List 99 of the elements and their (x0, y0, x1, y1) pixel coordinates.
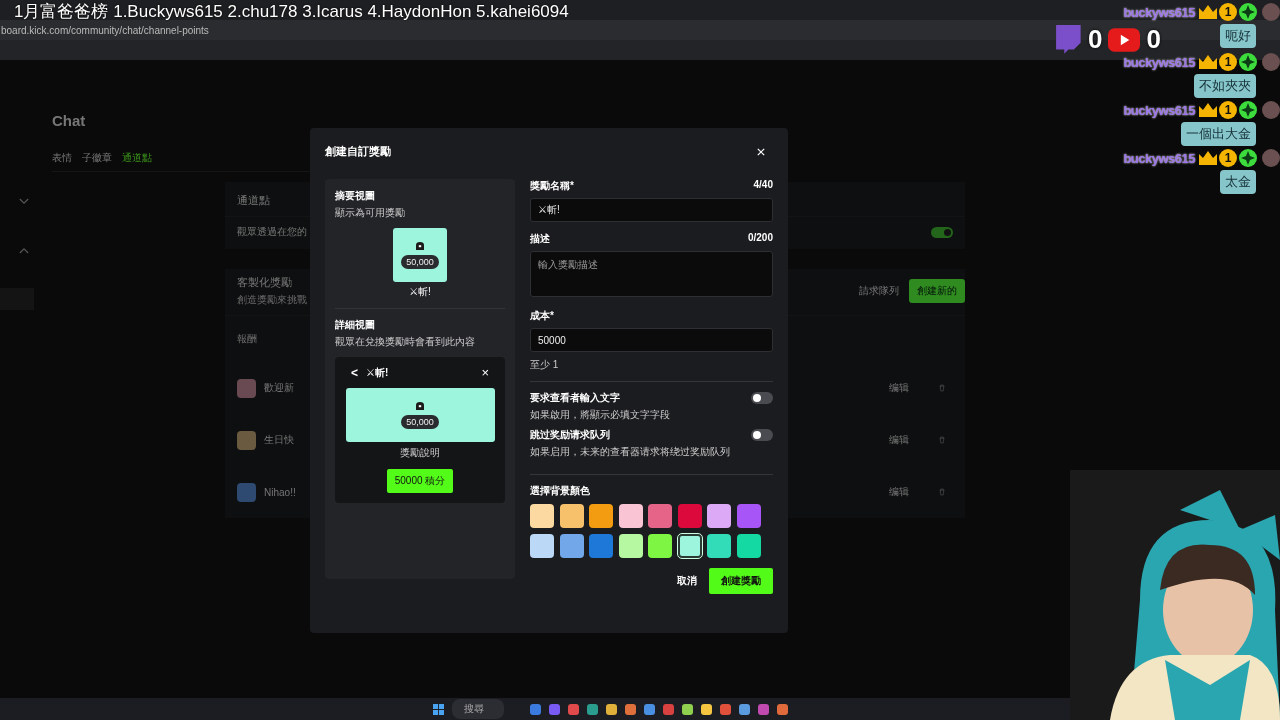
field-label: 獎勵名稱* (530, 179, 574, 193)
field-label: 成本* (530, 309, 554, 323)
section-title: 通道點 (237, 194, 270, 206)
tab[interactable]: 表情 (52, 151, 72, 165)
field-label: 描述 (530, 232, 550, 246)
toggle-switch[interactable] (751, 429, 773, 441)
color-swatch[interactable] (618, 504, 643, 528)
app-icon[interactable] (776, 703, 788, 715)
star-badge-icon (1238, 53, 1258, 71)
section-description: 創造獎勵來挑戰 (237, 293, 307, 307)
toggle-hint: 如果啟用，將顯示必填文字字段 (530, 408, 670, 422)
windows-icon[interactable] (432, 703, 444, 715)
color-swatch[interactable] (559, 534, 584, 558)
crown-icon (1198, 149, 1218, 167)
cost-input[interactable]: 50000 (530, 328, 773, 352)
name-input[interactable]: ⚔斬! (530, 198, 773, 222)
chat-username: buckyws615 (1123, 4, 1195, 20)
cancel-button[interactable]: 取消 (677, 574, 697, 588)
chat-username: buckyws615 (1123, 54, 1195, 70)
preview-subtitle: 顯示為可用獎勵 (335, 206, 406, 220)
chevron-down-icon[interactable] (19, 198, 29, 205)
color-swatch[interactable] (707, 534, 731, 558)
column-header: 報酬 (237, 333, 257, 344)
edit-button[interactable]: 编辑 (889, 433, 909, 447)
reward-name: ⚔斬! (366, 365, 390, 380)
chat-message: 太金 (1220, 170, 1256, 194)
app-icon[interactable] (624, 703, 636, 715)
create-button[interactable]: 創建新的 (909, 279, 965, 303)
toggle-label: 要求查看者輸入文字 (530, 391, 621, 405)
chat-username: buckyws615 (1123, 150, 1195, 166)
app-icon[interactable] (738, 703, 750, 715)
crown-icon (1198, 101, 1218, 119)
color-swatch[interactable] (618, 534, 643, 558)
color-swatch[interactable] (648, 534, 672, 558)
color-swatch[interactable] (559, 504, 584, 528)
back-button[interactable]: < (351, 365, 358, 380)
chat-message: 不如夾夾 (1194, 74, 1256, 98)
crown-icon (1198, 3, 1218, 21)
app-icon[interactable] (643, 703, 655, 715)
description-input[interactable]: 輸入獎勵描述 (530, 251, 773, 297)
char-counter: 0/200 (747, 232, 773, 245)
reward-name: 歡迎新 (264, 381, 294, 395)
reward-name: 生日快 (264, 433, 294, 447)
app-icon[interactable] (700, 703, 712, 715)
color-swatch[interactable] (736, 504, 761, 528)
star-badge-icon (1238, 101, 1258, 119)
chat-message: 一個出大金 (1181, 122, 1256, 146)
color-swatch[interactable] (707, 504, 731, 528)
toggle-label: 跳过奖励请求队列 (530, 428, 611, 442)
tab[interactable]: 通道點 (122, 151, 152, 165)
app-icon[interactable] (586, 703, 598, 715)
edit-button[interactable]: 编辑 (889, 485, 909, 499)
color-swatch[interactable] (589, 534, 613, 558)
color-swatch[interactable] (677, 504, 702, 528)
app-icon[interactable] (567, 703, 579, 715)
crown-icon (1198, 53, 1218, 71)
url-text: board.kick.com/community/chat/channel-points (1, 24, 209, 36)
color-swatch[interactable] (648, 504, 672, 528)
edit-button[interactable]: 编辑 (889, 381, 909, 395)
reward-name: Nihao!! (264, 486, 296, 498)
color-swatch[interactable] (530, 504, 554, 528)
toggle-hint: 如果启用，未来的查看器请求将绕过奖励队列 (530, 445, 730, 459)
color-swatch[interactable] (736, 534, 761, 558)
preview-title: 詳細視圖 (335, 318, 376, 332)
tab[interactable]: 子徽章 (82, 151, 112, 165)
field-hint: 至少 1 (530, 358, 560, 372)
chest-icon (415, 401, 425, 410)
app-icon[interactable] (681, 703, 693, 715)
star-badge-icon (1238, 149, 1258, 167)
color-swatch[interactable] (677, 534, 702, 558)
create-reward-button[interactable]: 創建獎勵 (709, 568, 773, 594)
search-field[interactable]: 搜尋 (451, 699, 504, 719)
dialog-title: 創建自訂獎勵 (325, 144, 391, 159)
cost-pill: 50,000 (401, 414, 439, 429)
cost-pill: 50,000 (401, 254, 439, 269)
field-label: 選擇背景顏色 (530, 484, 591, 498)
section-title: 客製化獎勵 (237, 275, 293, 290)
chat-message: 呃好 (1220, 24, 1256, 48)
toggle-switch[interactable] (931, 226, 953, 238)
app-icon[interactable] (605, 703, 617, 715)
star-badge-icon (1238, 3, 1258, 21)
preview-title: 摘要視圖 (335, 189, 376, 203)
chevron-up-icon[interactable] (19, 247, 29, 254)
app-icon[interactable] (719, 703, 731, 715)
close-button[interactable]: × (481, 365, 489, 380)
color-swatch[interactable] (530, 534, 554, 558)
close-icon[interactable] (757, 147, 765, 156)
preview-subtitle: 觀眾在兌換獎勵時會看到此內容 (335, 335, 476, 349)
section-description: 觀眾透過在您的 (237, 225, 307, 239)
chat-username: buckyws615 (1123, 102, 1195, 118)
reward-description: 獎勵說明 (400, 446, 440, 460)
reward-name: ⚔斬! (409, 285, 431, 299)
redeem-button[interactable]: 50000 積分 (386, 469, 454, 493)
queue-link[interactable]: 請求隊列 (859, 284, 899, 298)
char-counter: 4/40 (753, 179, 773, 192)
chest-icon (415, 241, 425, 250)
color-swatch[interactable] (589, 504, 613, 528)
toggle-switch[interactable] (751, 392, 773, 404)
leaderboard-overlay: 1月富爸爸榜 1.Buckyws615 2.chu178 3.Icarus 4.HaydonHon 5.kahei6094 (14, 1, 569, 23)
